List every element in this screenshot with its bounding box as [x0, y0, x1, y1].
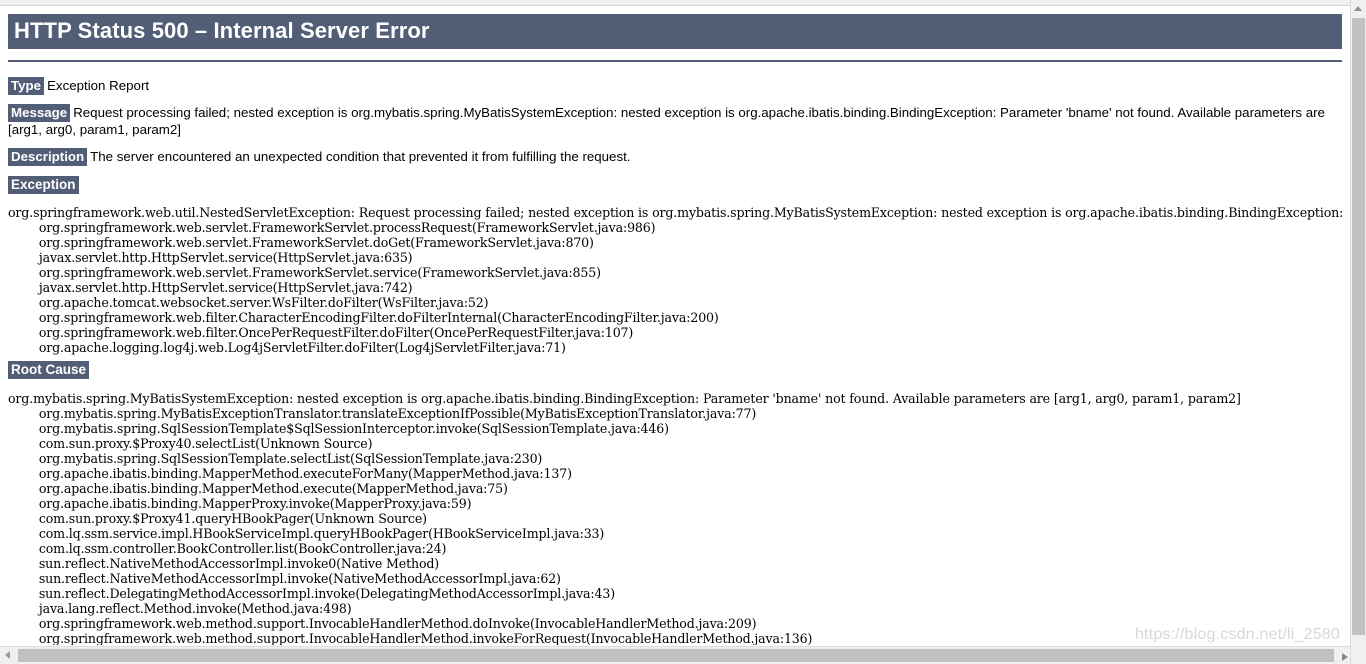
exception-row: Exception [8, 170, 1342, 197]
type-value: Exception Report [47, 78, 150, 94]
description-row: Description The server encountered an une… [8, 143, 1342, 170]
root-cause-row: Root Cause [8, 355, 1342, 382]
scroll-left-arrow-icon[interactable] [0, 647, 17, 664]
message-label: Message [8, 104, 71, 123]
message-value: Request processing failed; nested except… [8, 105, 1325, 138]
exception-label: Exception [8, 176, 79, 195]
scroll-up-arrow-icon[interactable] [1351, 0, 1366, 17]
horizontal-scrollbar-thumb[interactable] [18, 649, 1334, 662]
root-cause-stack-trace: org.mybatis.spring.MyBatisSystemExceptio… [8, 391, 1241, 645]
description-label: Description [8, 148, 88, 167]
root-cause-label: Root Cause [8, 361, 90, 380]
vertical-scrollbar[interactable] [1350, 0, 1366, 664]
csdn-watermark: https://blog.csdn.net/li_2580 [1134, 626, 1340, 643]
exception-stack-trace: org.springframework.web.util.NestedServl… [8, 205, 1344, 356]
page-title: HTTP Status 500 – Internal Server Error [8, 14, 1342, 50]
title-divider [8, 60, 1342, 63]
error-page-document: HTTP Status 500 – Internal Server Error … [0, 6, 1350, 645]
horizontal-scrollbar[interactable] [0, 646, 1350, 664]
scroll-right-arrow-icon[interactable] [1342, 653, 1348, 661]
message-row: Message Request processing failed; nested… [8, 99, 1342, 143]
type-label: Type [8, 77, 45, 96]
type-row: Type Exception Report [8, 72, 1342, 99]
description-value: The server encountered an unexpected con… [90, 149, 631, 165]
vertical-scrollbar-thumb[interactable] [1352, 18, 1365, 635]
